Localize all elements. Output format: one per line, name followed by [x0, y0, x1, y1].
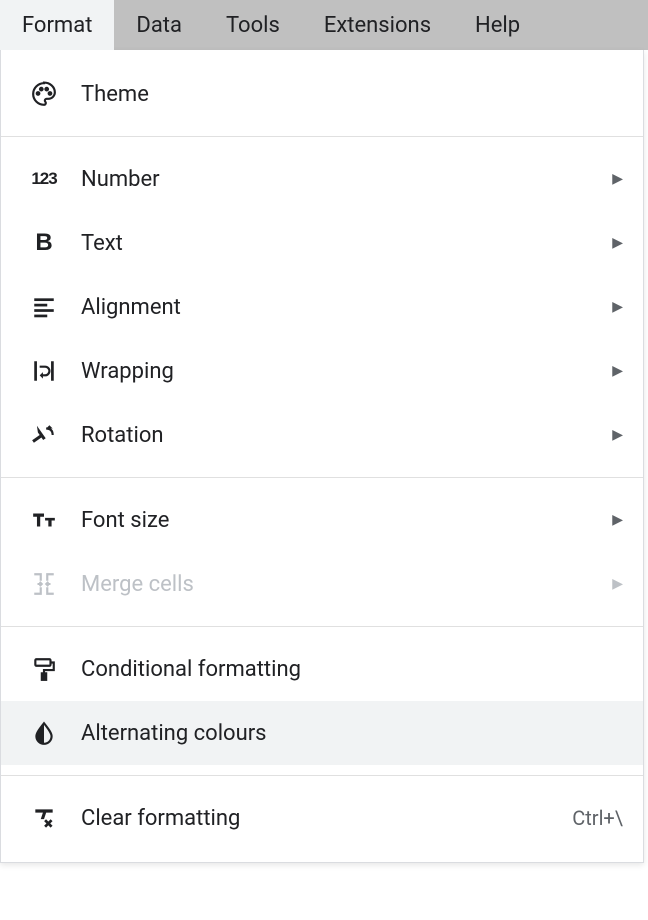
format-dropdown: Theme 123 Number ▶ B Text ▶ Alignment ▶	[0, 50, 644, 863]
paint-roller-icon	[29, 654, 59, 684]
menubar-item-format[interactable]: Format	[0, 0, 114, 50]
separator	[1, 626, 643, 627]
alignment-icon	[29, 292, 59, 322]
rotation-icon	[29, 420, 59, 450]
menu-item-label: Text	[81, 231, 612, 256]
menubar-item-help[interactable]: Help	[453, 0, 542, 50]
submenu-arrow-icon: ▶	[612, 299, 623, 315]
menu-item-clear-formatting[interactable]: Clear formatting Ctrl+\	[1, 786, 643, 850]
menu-item-label: Font size	[81, 508, 612, 533]
menu-item-wrapping[interactable]: Wrapping ▶	[1, 339, 643, 403]
menu-item-label: Merge cells	[81, 572, 612, 597]
fontsize-icon	[29, 505, 59, 535]
separator	[1, 477, 643, 478]
menubar-item-tools[interactable]: Tools	[204, 0, 302, 50]
menu-item-conditional-formatting[interactable]: Conditional formatting	[1, 637, 643, 701]
clear-format-icon	[29, 803, 59, 833]
menu-item-theme[interactable]: Theme	[1, 62, 643, 126]
submenu-arrow-icon: ▶	[612, 576, 623, 592]
submenu-arrow-icon: ▶	[612, 235, 623, 251]
number-icon: 123	[29, 164, 59, 194]
separator	[1, 775, 643, 776]
menu-item-rotation[interactable]: Rotation ▶	[1, 403, 643, 467]
menu-item-number[interactable]: 123 Number ▶	[1, 147, 643, 211]
menu-item-label: Theme	[81, 82, 623, 107]
palette-icon	[29, 79, 59, 109]
menu-item-text[interactable]: B Text ▶	[1, 211, 643, 275]
menu-item-label: Alignment	[81, 295, 612, 320]
submenu-arrow-icon: ▶	[612, 363, 623, 379]
menu-item-label: Conditional formatting	[81, 657, 623, 682]
menu-item-label: Alternating colours	[81, 721, 623, 746]
merge-icon	[29, 569, 59, 599]
menu-item-label: Clear formatting	[81, 806, 572, 831]
submenu-arrow-icon: ▶	[612, 512, 623, 528]
wrapping-icon	[29, 356, 59, 386]
menubar-item-extensions[interactable]: Extensions	[302, 0, 453, 50]
menu-item-label: Number	[81, 167, 612, 192]
droplet-icon	[29, 718, 59, 748]
submenu-arrow-icon: ▶	[612, 171, 623, 187]
menu-item-mergecells: Merge cells ▶	[1, 552, 643, 616]
bold-icon: B	[29, 228, 59, 258]
menubar-item-data[interactable]: Data	[114, 0, 204, 50]
separator	[1, 136, 643, 137]
menu-item-label: Wrapping	[81, 359, 612, 384]
menu-item-alternating-colours[interactable]: Alternating colours	[1, 701, 643, 765]
menu-item-label: Rotation	[81, 423, 612, 448]
menu-item-fontsize[interactable]: Font size ▶	[1, 488, 643, 552]
keyboard-shortcut: Ctrl+\	[572, 806, 623, 830]
menu-item-alignment[interactable]: Alignment ▶	[1, 275, 643, 339]
submenu-arrow-icon: ▶	[612, 427, 623, 443]
menubar: Format Data Tools Extensions Help	[0, 0, 648, 50]
